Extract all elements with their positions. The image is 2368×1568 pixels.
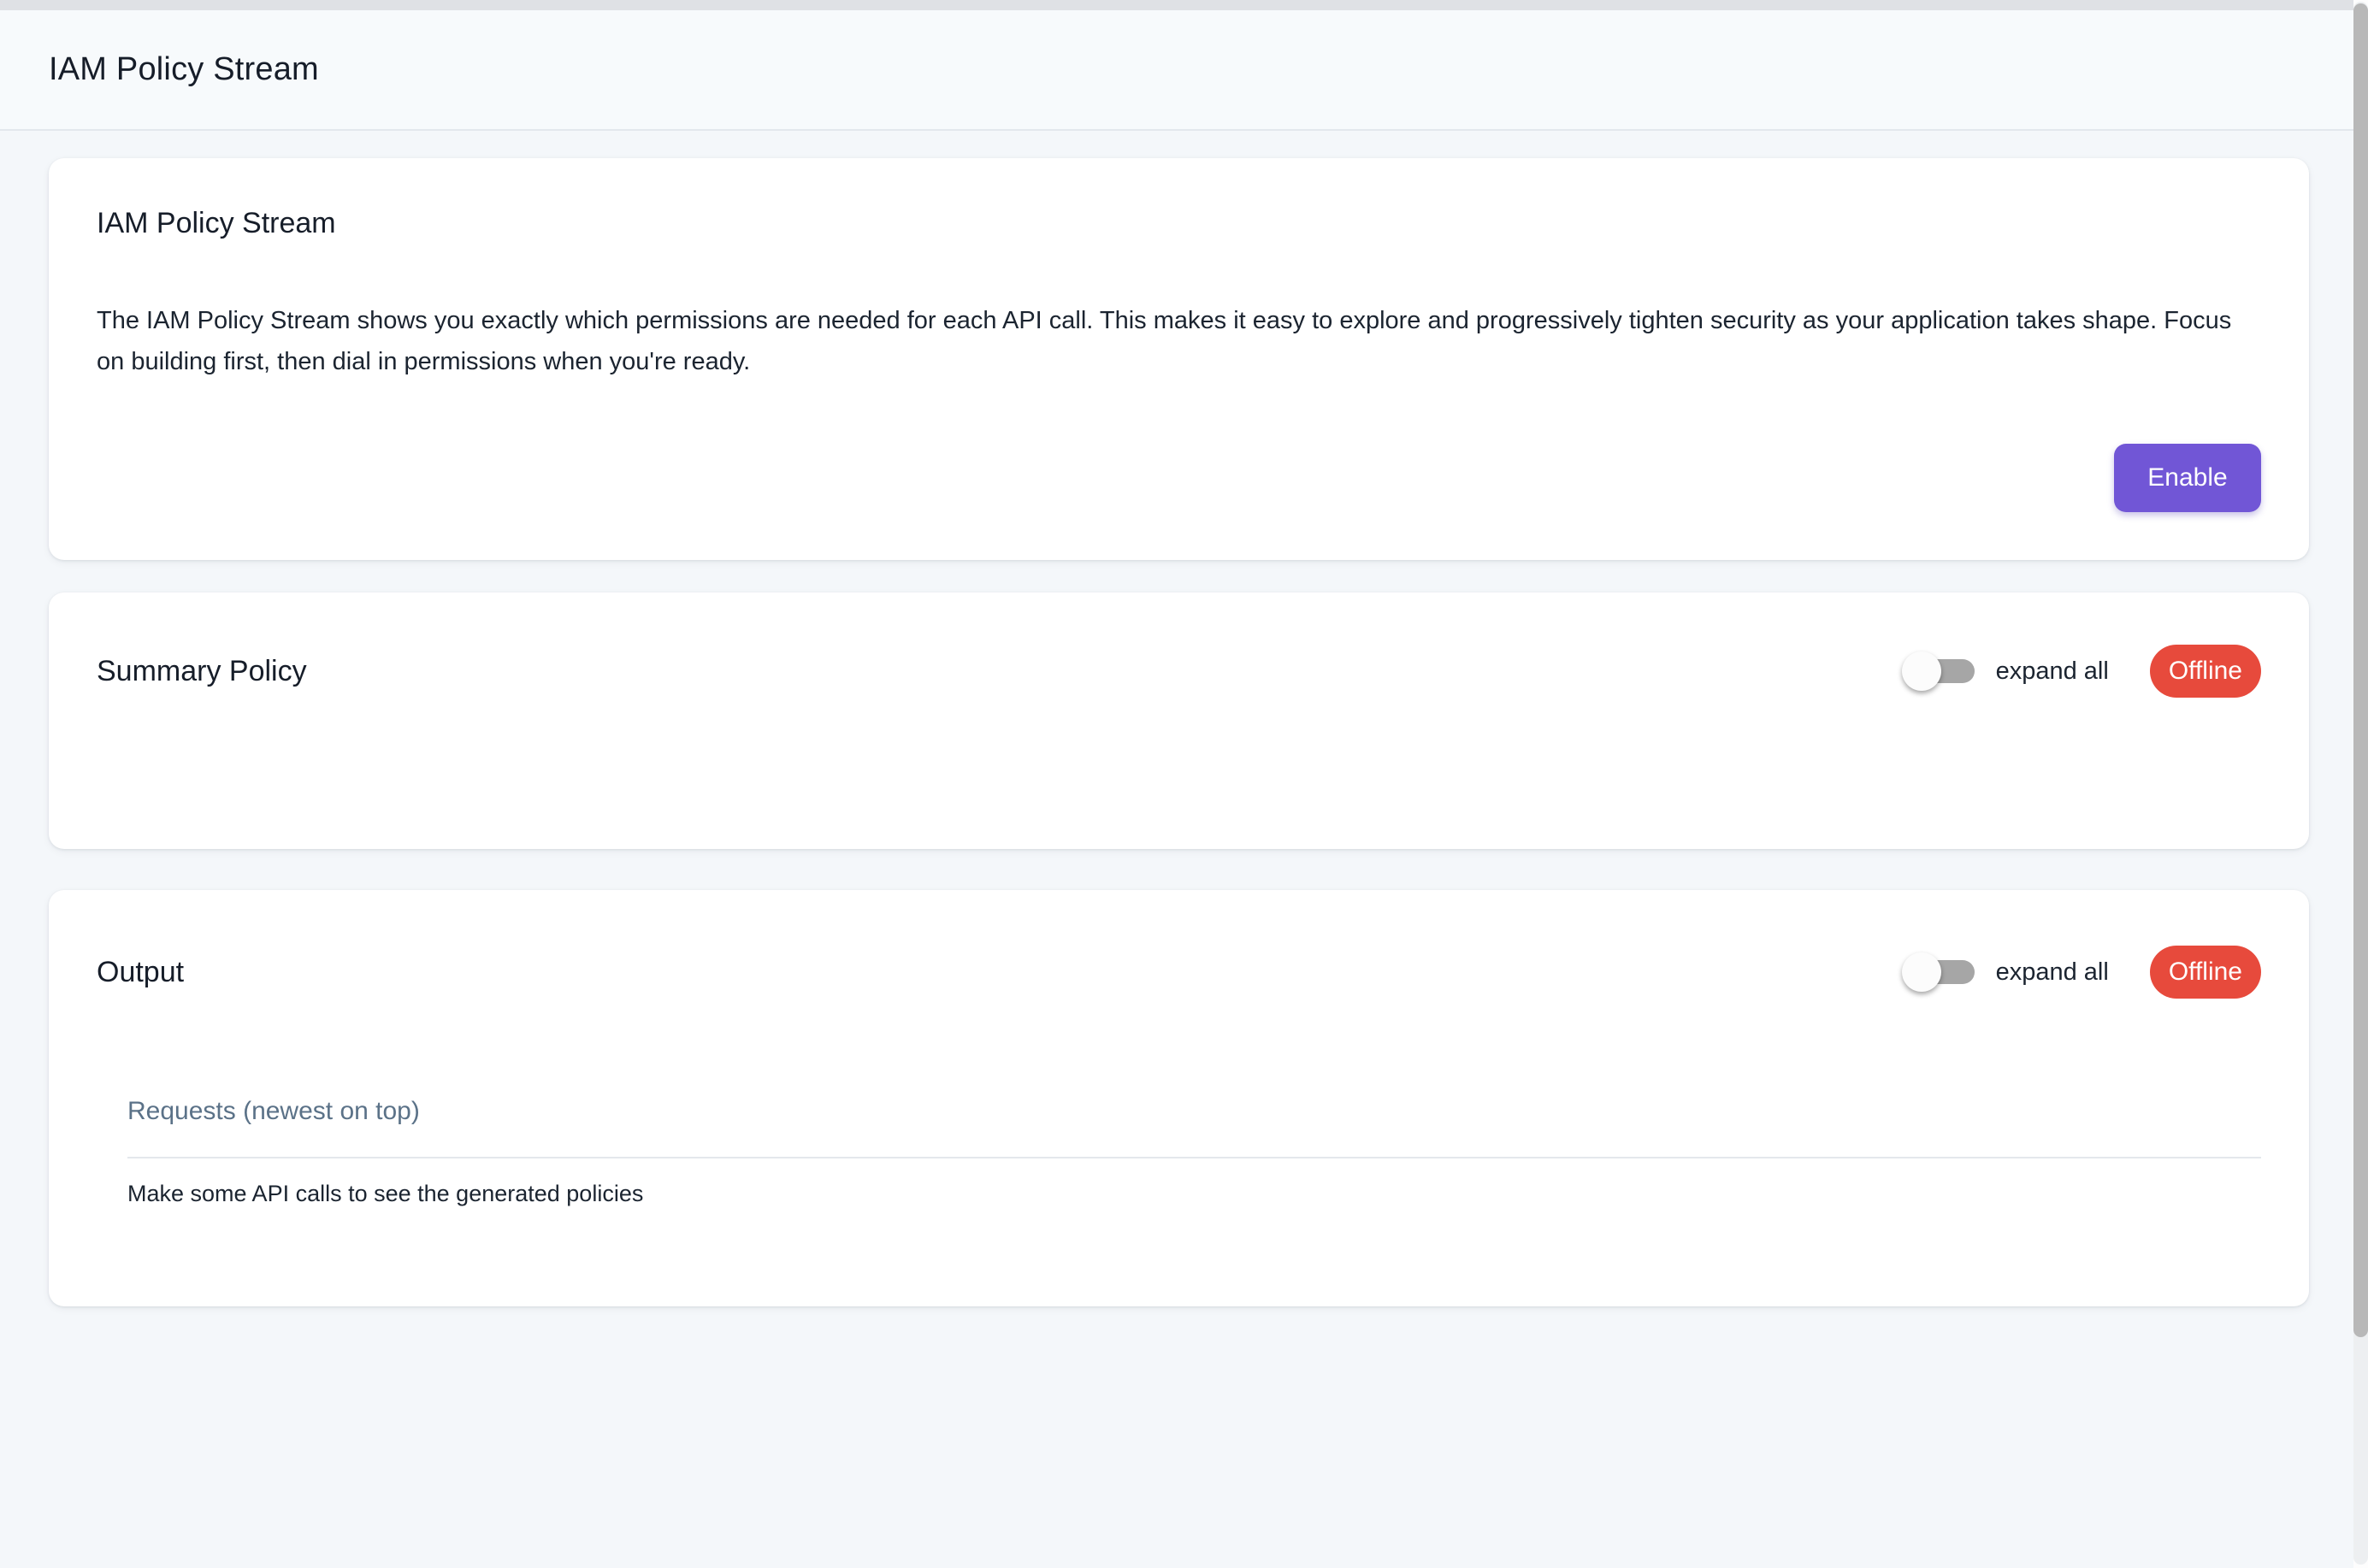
summary-expand-all-switch[interactable] [1903,651,1975,691]
intro-actions-row: Enable [97,444,2261,512]
output-expand-all-label: expand all [1996,958,2109,987]
summary-card-header: Summary Policy expand all Offline [97,637,2261,705]
enable-button[interactable]: Enable [2114,444,2261,512]
requests-divider [127,1157,2261,1158]
summary-card-controls: expand all Offline [1903,645,2261,698]
window-top-strip [0,0,2368,10]
output-card-title: Output [97,955,184,989]
output-card-header: Output expand all Offline [97,938,2261,1006]
intro-card-title: IAM Policy Stream [97,206,2261,240]
main-content: IAM Policy Stream The IAM Policy Stream … [0,131,2368,1306]
requests-section-title: Requests (newest on top) [127,1095,2261,1128]
switch-thumb [1902,952,1941,992]
scrollbar-thumb[interactable] [2353,3,2368,1337]
intro-card: IAM Policy Stream The IAM Policy Stream … [49,158,2309,560]
summary-card-title: Summary Policy [97,654,307,688]
output-card-controls: expand all Offline [1903,946,2261,999]
intro-description: The IAM Policy Stream shows you exactly … [97,300,2235,382]
summary-status-badge: Offline [2150,645,2261,698]
page-title: IAM Policy Stream [49,51,319,88]
iam-policy-stream-page: IAM Policy Stream IAM Policy Stream The … [0,0,2368,1568]
summary-policy-card: Summary Policy expand all Offline [49,592,2309,849]
requests-section: Requests (newest on top) Make some API c… [127,1095,2261,1207]
output-status-badge: Offline [2150,946,2261,999]
requests-empty-message: Make some API calls to see the generated… [127,1181,2261,1207]
output-card: Output expand all Offline Requests (newe… [49,890,2309,1306]
output-expand-all-switch[interactable] [1903,952,1975,992]
scrollbar[interactable] [2353,0,2368,1568]
summary-expand-all-label: expand all [1996,657,2109,686]
switch-thumb [1902,651,1941,691]
page-header: IAM Policy Stream [0,10,2368,131]
